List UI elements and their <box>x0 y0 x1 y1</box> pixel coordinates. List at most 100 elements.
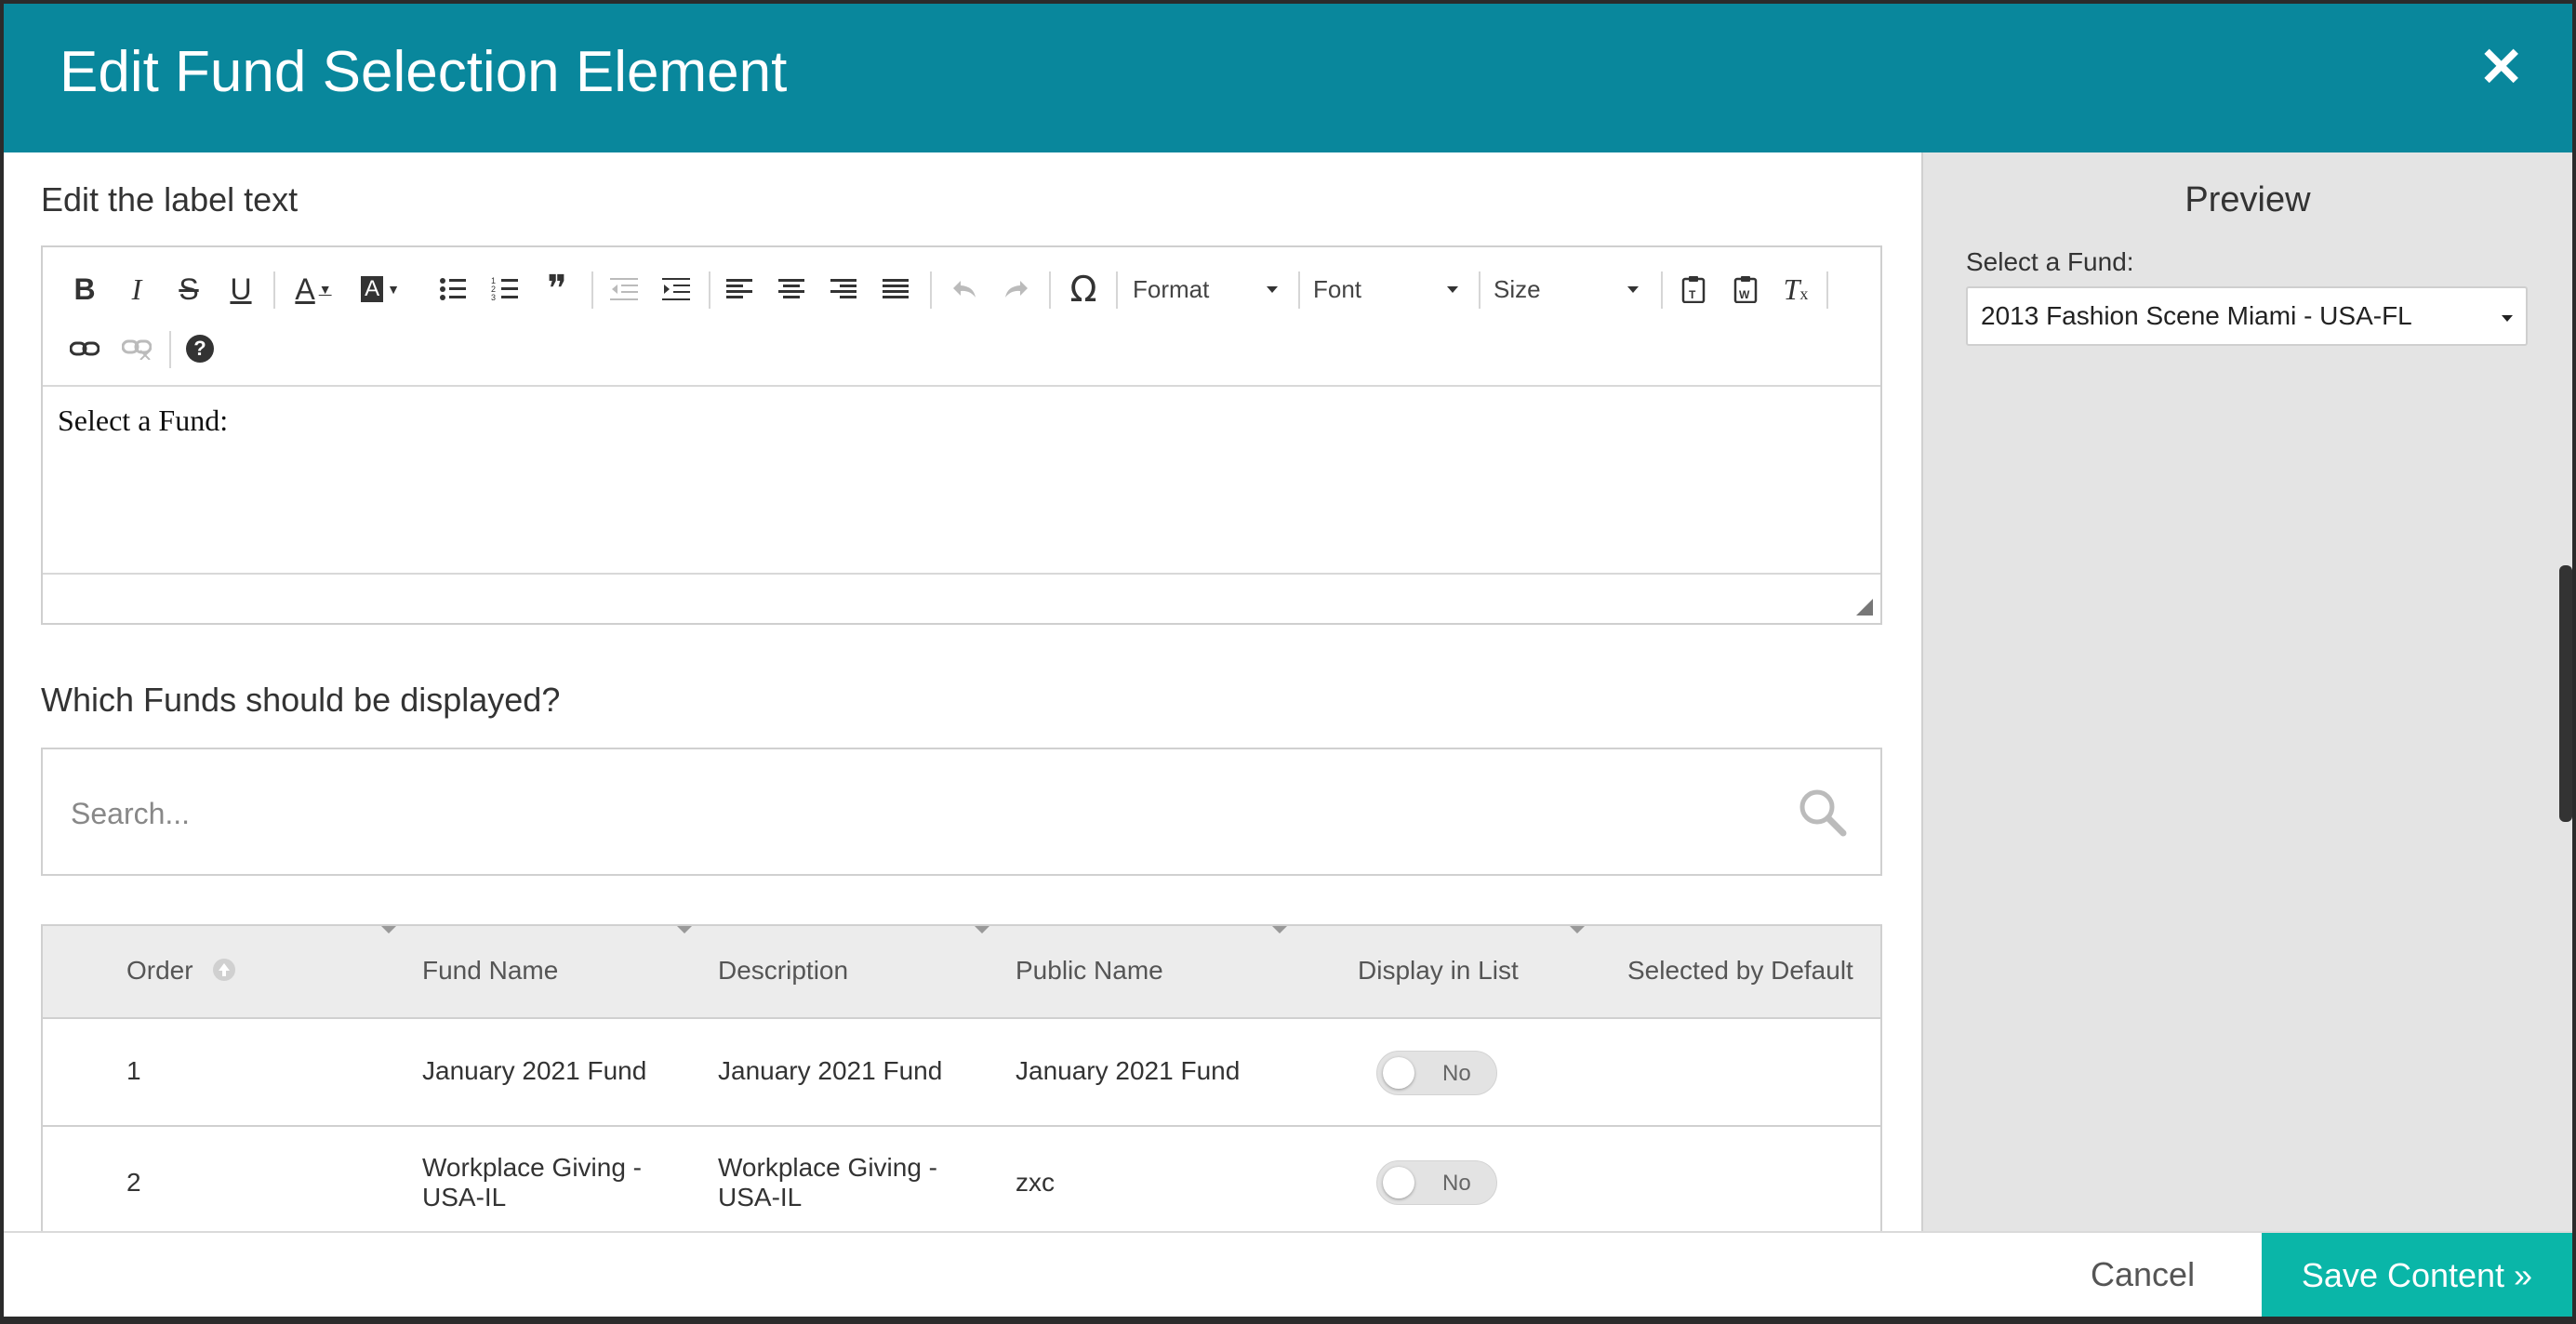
justify-button[interactable] <box>872 266 919 312</box>
column-header-public-name[interactable]: Public Name <box>1016 956 1163 986</box>
size-dropdown-label: Size <box>1494 274 1541 303</box>
edit-panel: Edit the label text B I S U A ▼ A ▼ 123 ❞ <box>4 152 1921 1231</box>
editor-content-area[interactable]: Select a Fund: <box>43 387 1880 573</box>
indent-button[interactable] <box>653 266 699 312</box>
bold-button[interactable]: B <box>61 266 108 312</box>
toolbar-divider <box>1661 271 1663 309</box>
column-header-description[interactable]: Description <box>718 956 848 986</box>
format-dropdown[interactable]: Format <box>1133 266 1291 312</box>
modal-title: Edit Fund Selection Element <box>60 40 788 104</box>
redo-icon <box>1005 281 1028 298</box>
cell-description: Workplace Giving - USA-IL <box>718 1153 937 1212</box>
undo-icon <box>953 281 976 298</box>
column-resize-icon[interactable] <box>381 926 396 933</box>
paste-text-button[interactable]: T <box>1670 266 1717 312</box>
search-icon[interactable] <box>1797 787 1847 837</box>
remove-format-button[interactable]: Tx <box>1773 266 1819 312</box>
text-color-button[interactable]: A ▼ <box>283 266 344 312</box>
numbered-list-button[interactable]: 123 <box>482 266 528 312</box>
display-in-list-toggle[interactable]: No <box>1376 1051 1497 1095</box>
table-row[interactable]: 1 January 2021 Fund January 2021 Fund Ja… <box>43 1019 1880 1127</box>
edit-fund-modal: Edit Fund Selection Element ✕ Edit the l… <box>4 4 2572 1317</box>
funds-table: Order Fund Name Description Public Name … <box>41 924 1882 1231</box>
editor-toolbar: B I S U A ▼ A ▼ 123 ❞ Ω Format Font Size… <box>43 247 1880 387</box>
preview-fund-select[interactable]: 2013 Fashion Scene Miami - USA-FL <box>1966 286 2528 346</box>
align-left-icon <box>726 279 752 298</box>
chevron-down-icon <box>1267 286 1278 293</box>
background-color-button[interactable]: A ▼ <box>350 266 411 312</box>
cancel-button[interactable]: Cancel <box>2091 1255 2195 1294</box>
bulleted-list-button[interactable] <box>430 266 476 312</box>
align-left-button[interactable] <box>716 266 763 312</box>
cell-order: 2 <box>126 1168 141 1197</box>
cell-fund-name: January 2021 Fund <box>422 1056 647 1085</box>
sort-icon[interactable] <box>212 958 236 982</box>
help-button[interactable]: ? <box>177 325 223 372</box>
cell-public-name: January 2021 Fund <box>1016 1056 1241 1085</box>
blockquote-button[interactable]: ❞ <box>534 266 580 312</box>
column-header-fund-name[interactable]: Fund Name <box>422 956 558 986</box>
rich-text-editor: B I S U A ▼ A ▼ 123 ❞ Ω Format Font Size… <box>41 245 1882 625</box>
underline-button[interactable]: U <box>218 266 264 312</box>
column-resize-icon[interactable] <box>1272 926 1287 933</box>
italic-button[interactable]: I <box>113 266 160 312</box>
link-button[interactable] <box>61 325 108 372</box>
unlink-icon <box>122 339 152 360</box>
toolbar-divider <box>169 331 171 368</box>
modal-footer: Cancel Save Content » <box>4 1231 2572 1317</box>
column-resize-icon[interactable] <box>677 926 692 933</box>
size-dropdown[interactable]: Size <box>1494 266 1652 312</box>
funds-section-heading: Which Funds should be displayed? <box>41 681 561 719</box>
justify-icon <box>883 279 909 298</box>
toggle-label: No <box>1442 1061 1471 1086</box>
toolbar-divider <box>1049 271 1051 309</box>
preview-select-value: 2013 Fashion Scene Miami - USA-FL <box>1981 301 2412 330</box>
column-resize-icon[interactable] <box>975 926 989 933</box>
font-dropdown-label: Font <box>1313 274 1362 303</box>
cell-description: January 2021 Fund <box>718 1056 943 1085</box>
help-icon: ? <box>186 335 214 363</box>
strikethrough-button[interactable]: S <box>166 266 212 312</box>
redo-button[interactable] <box>993 266 1040 312</box>
special-character-button[interactable]: Ω <box>1060 266 1107 312</box>
resize-handle-icon[interactable] <box>1856 599 1873 616</box>
outdent-button[interactable] <box>601 266 647 312</box>
preview-title: Preview <box>2184 180 2311 219</box>
table-row[interactable]: 2 Workplace Giving - USA-IL Workplace Gi… <box>43 1127 1880 1231</box>
undo-button[interactable] <box>941 266 988 312</box>
toolbar-divider <box>930 271 932 309</box>
text-color-icon: A <box>295 271 315 306</box>
svg-text:3: 3 <box>491 293 496 302</box>
link-icon <box>70 341 100 356</box>
align-right-button[interactable] <box>820 266 867 312</box>
close-icon[interactable]: ✕ <box>2478 41 2524 95</box>
page-scrollbar[interactable] <box>2559 565 2572 822</box>
toggle-knob <box>1383 1057 1414 1089</box>
editor-status-bar <box>43 573 1880 623</box>
chevron-down-icon: ▼ <box>387 282 400 297</box>
font-dropdown[interactable]: Font <box>1313 266 1471 312</box>
chevron-down-icon <box>1447 286 1458 293</box>
paste-word-button[interactable]: W <box>1722 266 1769 312</box>
display-in-list-toggle[interactable]: No <box>1376 1160 1497 1205</box>
fund-search-input[interactable] <box>71 790 1745 837</box>
column-header-display-in-list[interactable]: Display in List <box>1358 956 1519 986</box>
column-resize-icon[interactable] <box>1570 926 1585 933</box>
cell-fund-name: Workplace Giving - USA-IL <box>422 1153 642 1212</box>
save-content-button[interactable]: Save Content » <box>2262 1233 2572 1317</box>
bulleted-list-icon <box>440 278 466 300</box>
toolbar-divider <box>709 271 710 309</box>
label-section-heading: Edit the label text <box>41 180 299 218</box>
cell-order: 1 <box>126 1056 141 1085</box>
column-header-selected-by-default[interactable]: Selected by Default <box>1627 956 1853 986</box>
align-center-button[interactable] <box>768 266 815 312</box>
chevron-down-icon <box>2502 315 2513 322</box>
cell-public-name: zxc <box>1016 1168 1055 1197</box>
format-dropdown-label: Format <box>1133 274 1210 303</box>
cell-fund-name-line2: USA-IL <box>422 1183 507 1211</box>
svg-text:W: W <box>1739 288 1750 301</box>
toolbar-divider <box>591 271 593 309</box>
chevron-down-icon <box>1627 286 1639 293</box>
column-header-order[interactable]: Order <box>126 956 193 986</box>
unlink-button[interactable] <box>113 325 160 372</box>
